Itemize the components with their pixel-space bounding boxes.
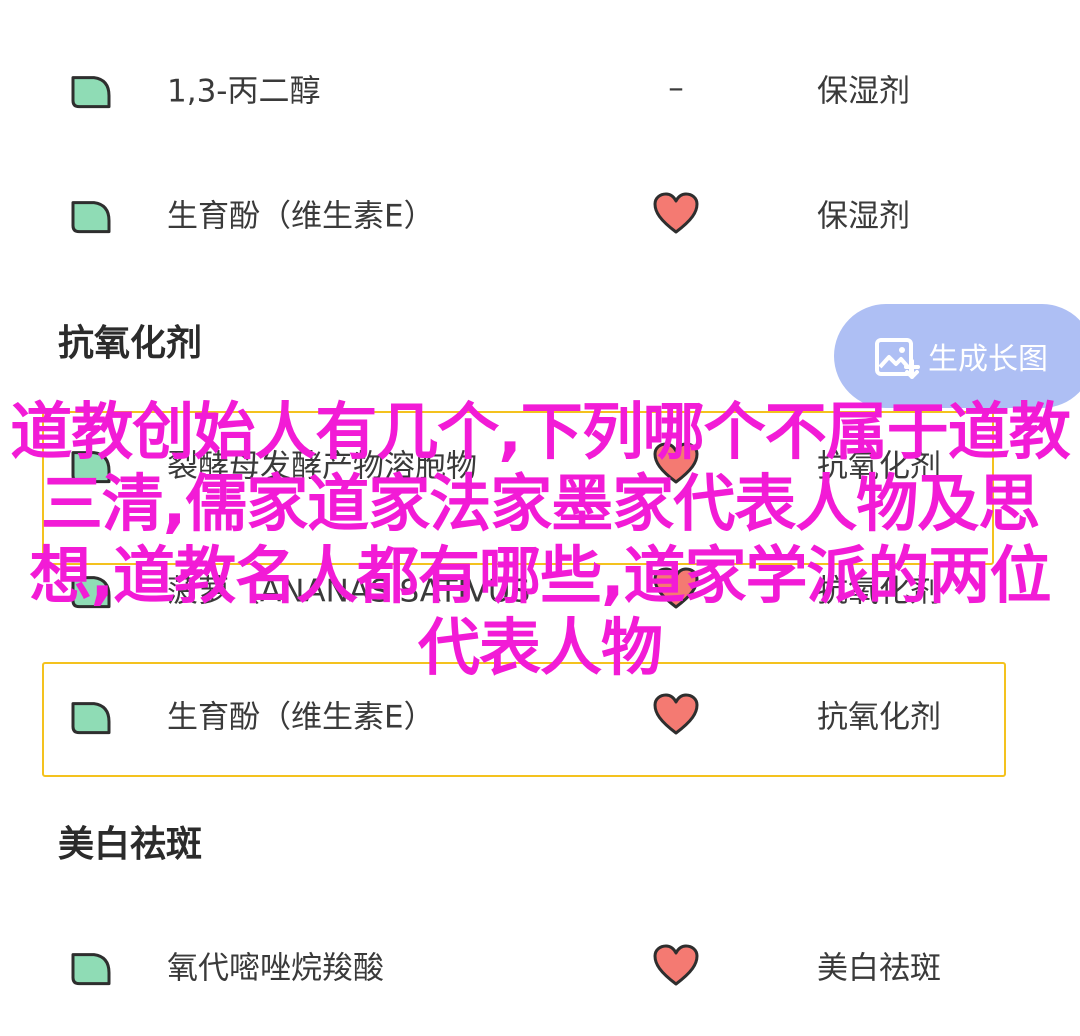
leaf-icon: [71, 953, 111, 986]
heart-icon: [653, 192, 699, 234]
ingredient-row[interactable]: 1,3-丙二醇 – 保湿剂: [0, 33, 1080, 143]
ingredient-name: 生育酚（维生素E）: [167, 198, 435, 235]
ingredient-name: 生育酚（维生素E）: [167, 699, 435, 736]
generate-button-label: 生成长图: [928, 342, 1048, 377]
ingredient-name: 1,3-丙二醇: [167, 73, 321, 110]
safety-value: –: [668, 70, 684, 106]
overlay-title: 道教创始人有几个,下列哪个不属于道教三清,儒家道家法家墨家代表人物及思想,道教名…: [10, 395, 1071, 684]
heart-icon: [653, 944, 699, 986]
generate-long-image-button[interactable]: 生成长图: [834, 304, 1080, 408]
heart-icon: [653, 693, 699, 735]
ingredient-function: 保湿剂: [817, 73, 910, 110]
ingredient-name: 氧代嘧唑烷羧酸: [167, 950, 384, 987]
ingredient-function: 抗氧化剂: [817, 699, 941, 736]
ingredient-row[interactable]: 生育酚（维生素E） 保湿剂: [0, 158, 1080, 268]
section-title-antioxidant: 抗氧化剂: [58, 323, 203, 364]
ingredient-row[interactable]: 氧代嘧唑烷羧酸 美白祛斑: [0, 910, 1080, 1020]
ingredient-function: 保湿剂: [817, 198, 910, 235]
leaf-icon: [71, 702, 111, 735]
leaf-icon: [71, 76, 111, 109]
leaf-icon: [71, 201, 111, 234]
ingredient-function: 美白祛斑: [817, 950, 941, 987]
section-title-whitening: 美白祛斑: [58, 824, 203, 865]
image-icon: [875, 338, 920, 379]
